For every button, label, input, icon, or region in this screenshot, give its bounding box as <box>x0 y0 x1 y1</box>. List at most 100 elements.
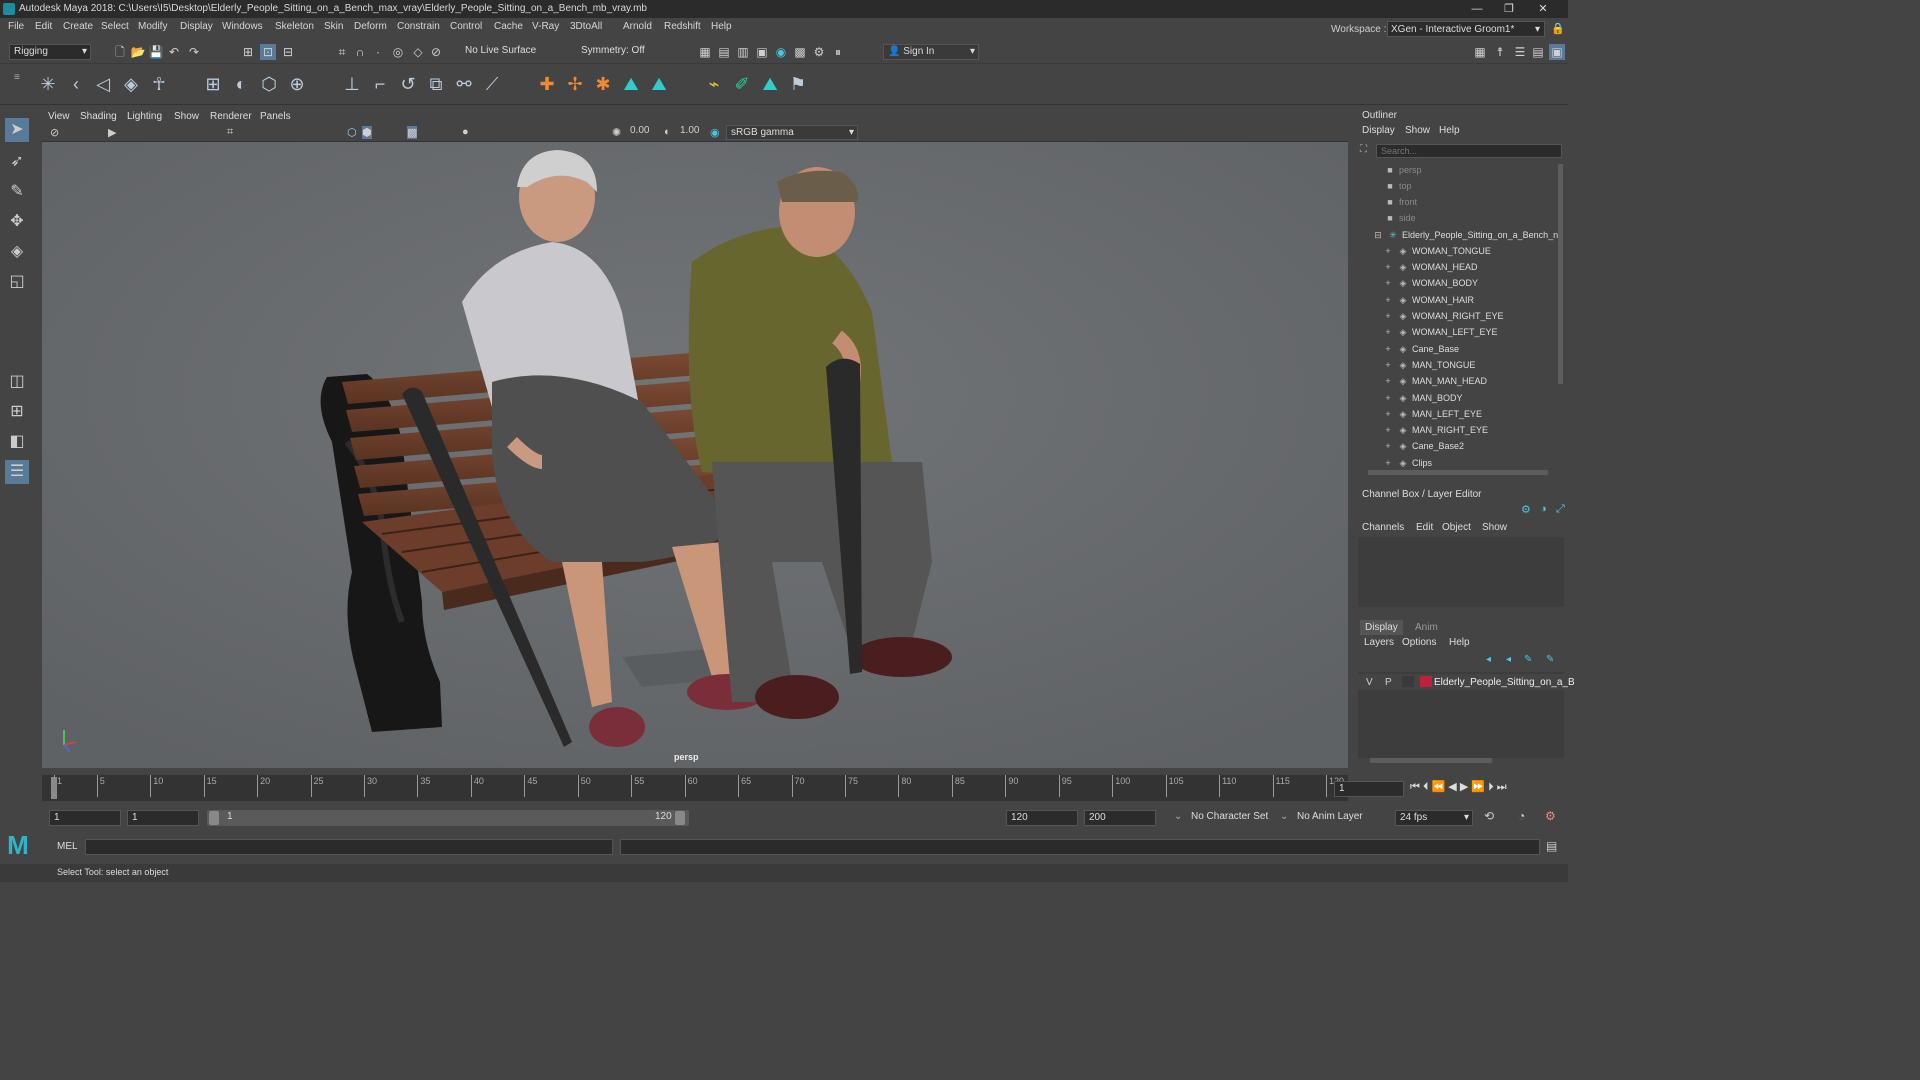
outliner-item-persp[interactable]: ■ persp <box>1384 162 1584 178</box>
anim-preferences-icon[interactable]: ⚙ <box>1545 809 1556 823</box>
modeling-toolkit-icon[interactable]: ▦ <box>1472 44 1488 60</box>
scale-tool-icon[interactable]: ◱ <box>5 270 29 294</box>
outliner-item-mesh[interactable]: + ◈ Clips <box>1382 455 1582 471</box>
animation-end-field[interactable]: 200 <box>1084 810 1156 826</box>
perspective-viewport[interactable]: persp <box>42 142 1348 768</box>
menu-deform[interactable]: Deform <box>354 21 387 32</box>
exposure-field[interactable]: 0.00 <box>630 125 649 136</box>
layer-visibility-toggle[interactable]: V <box>1366 677 1373 688</box>
arnold-render-icon[interactable]: ⛰ <box>619 72 643 96</box>
expand-icon[interactable]: + <box>1382 406 1394 422</box>
menu-create[interactable]: Create <box>63 21 93 32</box>
expand-icon[interactable]: + <box>1382 259 1394 275</box>
render-view-icon[interactable]: ▦ <box>697 44 713 60</box>
snap-live-icon[interactable]: ⊘ <box>428 44 444 60</box>
move-tool-icon[interactable]: ✥ <box>5 210 29 234</box>
character-icon[interactable]: ✱ <box>591 72 615 96</box>
menu-windows[interactable]: Windows <box>222 21 263 32</box>
two-view-icon[interactable]: ◧ <box>5 430 29 454</box>
menu-file[interactable]: File <box>8 21 24 32</box>
new-scene-icon[interactable]: 🗋 <box>112 44 128 60</box>
viewport-menu-shading[interactable]: Shading <box>80 111 117 122</box>
expand-icon[interactable]: + <box>1382 341 1394 357</box>
step-back-icon[interactable]: ⏴ <box>1423 781 1429 793</box>
layer-menu-help[interactable]: Help <box>1449 637 1470 648</box>
mode-dropdown[interactable]: Rigging ▾ <box>9 44 91 60</box>
step-forward-icon[interactable]: ⏵ <box>1488 781 1494 793</box>
new-layer-selected-icon[interactable]: ✎ <box>1546 654 1554 665</box>
lattice-icon[interactable]: ⬡ <box>257 72 281 96</box>
joint-tool-icon[interactable]: ✳ <box>36 72 60 96</box>
redo-icon[interactable]: ↷ <box>186 44 202 60</box>
outliner-item-mesh[interactable]: + ◈ Cane_Base2 <box>1382 438 1582 454</box>
search-options-icon[interactable]: ⛶ <box>1360 144 1367 155</box>
step-forward-key-icon[interactable]: ⏩ <box>1471 781 1485 793</box>
layer-tab-anim[interactable]: Anim <box>1410 620 1443 635</box>
command-language-label[interactable]: MEL <box>57 841 78 852</box>
anim-layer-dropdown[interactable]: No Anim Layer <box>1293 810 1373 826</box>
outliner-item-mesh[interactable]: + ◈ WOMAN_LEFT_EYE <box>1382 324 1582 340</box>
layer-row[interactable]: V P Elderly_People_Sitting_on_a_B <box>1358 674 1575 690</box>
color-management-icon[interactable]: ◉ <box>710 126 720 139</box>
range-start-handle[interactable] <box>209 811 219 825</box>
lasso-tool-icon[interactable]: ➶ <box>5 150 29 174</box>
outliner-item-mesh[interactable]: + ◈ Cane_Base <box>1382 341 1582 357</box>
outliner-menu-help[interactable]: Help <box>1439 125 1460 136</box>
menu-3dtoall[interactable]: 3DtoAll <box>570 21 602 32</box>
attach-tool-icon[interactable]: ⌁ <box>702 72 726 96</box>
outliner-item-mesh[interactable]: + ◈ WOMAN_TONGUE <box>1382 243 1582 259</box>
outliner-item-mesh[interactable]: + ◈ WOMAN_HEAD <box>1382 259 1582 275</box>
current-time-indicator[interactable] <box>51 777 57 799</box>
menu-modify[interactable]: Modify <box>138 21 167 32</box>
exposure-icon[interactable]: ✺ <box>612 126 621 139</box>
sign-in-button[interactable]: 👤 Sign In ▾ <box>883 44 979 60</box>
four-view-icon[interactable]: ⊞ <box>5 400 29 424</box>
play-backward-icon[interactable]: ◀ <box>1448 781 1456 793</box>
aim-constraint-icon[interactable]: ⌐ <box>368 72 392 96</box>
menu-select[interactable]: Select <box>101 21 129 32</box>
anim-layer-icon[interactable]: ⌄ <box>1280 811 1288 822</box>
outliner-menu-display[interactable]: Display <box>1362 125 1395 136</box>
parent-constraint-icon[interactable]: ⚯ <box>452 72 476 96</box>
channel-box-icon[interactable]: ⚙ <box>1521 503 1531 516</box>
channel-menu-show[interactable]: Show <box>1482 522 1507 533</box>
outliner-scrollbar[interactable] <box>1558 164 1563 384</box>
layer-editor-icon[interactable]: ◑ <box>1540 503 1547 515</box>
render-frame-icon[interactable]: ▤ <box>716 44 732 60</box>
layer-h-scrollbar[interactable] <box>1370 758 1492 763</box>
symmetry-dropdown[interactable]: Symmetry: Off <box>577 44 659 60</box>
menu-edit[interactable]: Edit <box>35 21 52 32</box>
go-to-start-icon[interactable]: ⏮ <box>1410 781 1420 793</box>
shelf-menu-icon[interactable]: ≡ <box>14 72 20 83</box>
snap-curve-icon[interactable]: ∩ <box>352 44 368 60</box>
collapse-icon[interactable]: ⊟ <box>1372 227 1384 243</box>
pole-vector-icon[interactable]: ⟋ <box>480 72 504 96</box>
render-settings-icon[interactable]: ▣ <box>754 44 770 60</box>
layer-playback-toggle[interactable]: P <box>1385 677 1392 688</box>
viewport-menu-panels[interactable]: Panels <box>260 111 291 122</box>
play-forward-icon[interactable]: ▶ <box>1460 781 1468 793</box>
humanik-icon[interactable]: ☥ <box>147 72 171 96</box>
expand-icon[interactable]: + <box>1382 438 1394 454</box>
ik-handle-icon[interactable]: ‹ <box>64 72 88 96</box>
character-set-icon[interactable]: ⌄ <box>1174 811 1182 822</box>
workspace-dropdown[interactable]: XGen - Interactive Groom1* ▾ <box>1387 21 1545 37</box>
viewport-menu-view[interactable]: View <box>48 111 70 122</box>
arnold-ipr-icon[interactable]: ⛰ <box>647 72 671 96</box>
open-scene-icon[interactable]: 📂 <box>130 44 146 60</box>
pin-tool-icon[interactable]: ⚑ <box>786 72 810 96</box>
outliner-item-side[interactable]: ■ side <box>1384 210 1584 226</box>
single-view-icon[interactable]: ◫ <box>5 370 29 394</box>
character-set-dropdown[interactable]: No Character Set <box>1187 810 1277 826</box>
mirror-joint-icon[interactable]: ◈ <box>119 72 143 96</box>
outliner-search-input[interactable] <box>1376 144 1562 158</box>
expand-icon[interactable]: + <box>1382 243 1394 259</box>
viewport-menu-lighting[interactable]: Lighting <box>127 111 162 122</box>
menu-help[interactable]: Help <box>711 21 732 32</box>
layer-reference-toggle[interactable] <box>1402 676 1414 687</box>
gamma-icon[interactable]: ◐ <box>664 126 671 138</box>
snap-point-icon[interactable]: ∙ <box>370 44 386 60</box>
snap-grid-icon[interactable]: ⌗ <box>334 44 350 60</box>
add-joint-icon[interactable]: ✢ <box>563 72 587 96</box>
range-slider[interactable]: 1 120 <box>207 810 689 826</box>
